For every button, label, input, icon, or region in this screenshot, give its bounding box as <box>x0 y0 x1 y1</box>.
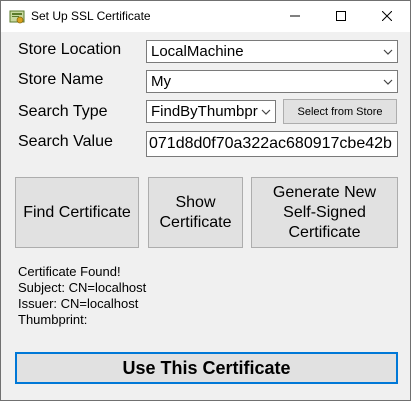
store-name-label: Store Name <box>18 71 104 88</box>
chevron-down-icon <box>379 71 397 92</box>
ssl-setup-window: Set Up SSL Certificate Store Location Lo… <box>0 0 411 401</box>
generate-certificate-label-line3: Certificate <box>288 223 361 241</box>
find-certificate-label: Find Certificate <box>23 203 131 221</box>
search-type-dropdown[interactable]: FindByThumbpr <box>146 100 276 123</box>
search-type-value: FindByThumbpr <box>151 103 258 120</box>
use-this-certificate-label: Use This Certificate <box>122 357 291 378</box>
status-subject: Subject: CN=localhost <box>18 280 147 295</box>
status-issuer: Issuer: CN=localhost <box>18 296 139 311</box>
store-location-value: LocalMachine <box>151 43 244 60</box>
chevron-down-icon <box>379 41 397 62</box>
maximize-icon <box>336 8 346 26</box>
form-area: Store Location LocalMachine Store Name M… <box>1 32 410 400</box>
store-location-dropdown[interactable]: LocalMachine <box>146 40 398 63</box>
search-type-label: Search Type <box>18 103 108 120</box>
show-certificate-label-line1: Show <box>175 193 216 211</box>
store-name-dropdown[interactable]: My <box>146 70 398 93</box>
select-from-store-label: Select from Store <box>297 105 383 118</box>
close-button[interactable] <box>364 1 410 32</box>
window-title: Set Up SSL Certificate <box>31 9 151 23</box>
show-certificate-button[interactable]: Show Certificate <box>148 177 243 248</box>
store-location-label: Store Location <box>18 41 122 58</box>
title-bar: Set Up SSL Certificate <box>1 1 410 32</box>
generate-certificate-button[interactable]: Generate New Self-Signed Certificate <box>251 177 398 248</box>
chevron-down-icon <box>257 101 275 122</box>
status-thumbprint: Thumbprint: <box>18 312 88 327</box>
store-name-value: My <box>151 73 171 90</box>
search-value-text: 071d8d0f70a322ac680917cbe42b <box>149 135 392 152</box>
show-certificate-label-line2: Certificate <box>159 213 232 231</box>
close-icon <box>381 8 393 26</box>
minimize-icon <box>290 8 300 26</box>
generate-certificate-label-line2: Self-Signed <box>283 203 366 221</box>
minimize-button[interactable] <box>272 1 318 32</box>
certificate-icon <box>9 9 25 25</box>
status-found: Certificate Found! <box>18 264 121 279</box>
select-from-store-button[interactable]: Select from Store <box>283 99 397 124</box>
find-certificate-button[interactable]: Find Certificate <box>15 177 139 248</box>
use-this-certificate-button[interactable]: Use This Certificate <box>15 352 398 384</box>
search-value-label: Search Value <box>18 133 113 150</box>
maximize-button[interactable] <box>318 1 364 32</box>
generate-certificate-label-line1: Generate New <box>272 183 377 201</box>
search-value-input[interactable]: 071d8d0f70a322ac680917cbe42b <box>146 131 398 157</box>
